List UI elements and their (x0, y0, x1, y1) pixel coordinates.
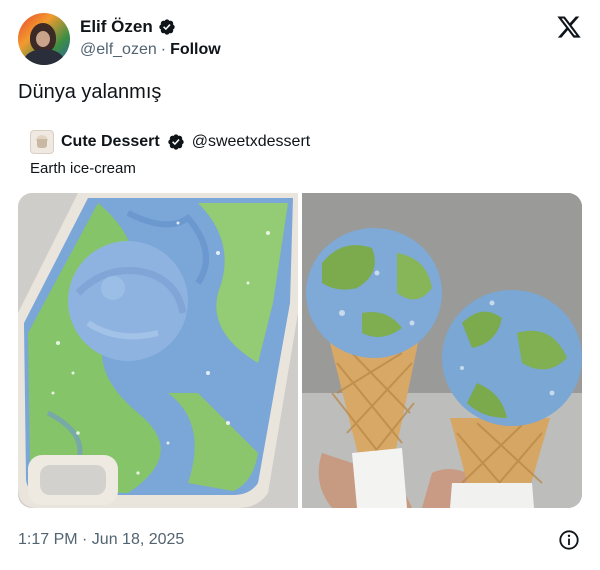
quoted-author-handle[interactable]: @sweetxdessert (192, 133, 311, 151)
avatar-body (24, 49, 64, 65)
author-name-row[interactable]: Elif Özen (80, 17, 176, 37)
x-logo-icon[interactable] (556, 14, 582, 40)
avatar-face (36, 31, 50, 47)
quoted-author-avatar[interactable] (30, 130, 54, 154)
ice-cream-tub-illustration (18, 193, 298, 508)
handle-separator: · (160, 41, 167, 58)
verified-badge-icon (159, 19, 175, 35)
author-handle-row: @elf_ozen · Follow (80, 41, 221, 59)
quoted-tweet-text: Earth ice-cream (30, 160, 136, 177)
media-image-tub[interactable] (18, 193, 298, 508)
quoted-verified-badge-icon (168, 134, 184, 150)
info-icon[interactable] (558, 529, 580, 551)
author-name[interactable]: Elif Özen (80, 17, 153, 37)
quoted-tweet-header[interactable]: Cute Dessert @sweetxdessert (30, 130, 310, 154)
avatar-cake-cup (37, 139, 47, 148)
quoted-author-name[interactable]: Cute Dessert (61, 133, 160, 151)
tweet-timestamp[interactable]: 1:17 PM · Jun 18, 2025 (18, 531, 184, 549)
author-handle[interactable]: @elf_ozen (80, 41, 157, 59)
media-image-cones[interactable] (302, 193, 582, 508)
tweet-text: Dünya yalanmış (18, 81, 162, 103)
ice-cream-cones-illustration (302, 193, 582, 508)
follow-button[interactable]: Follow (170, 41, 221, 59)
author-avatar[interactable] (18, 13, 70, 65)
